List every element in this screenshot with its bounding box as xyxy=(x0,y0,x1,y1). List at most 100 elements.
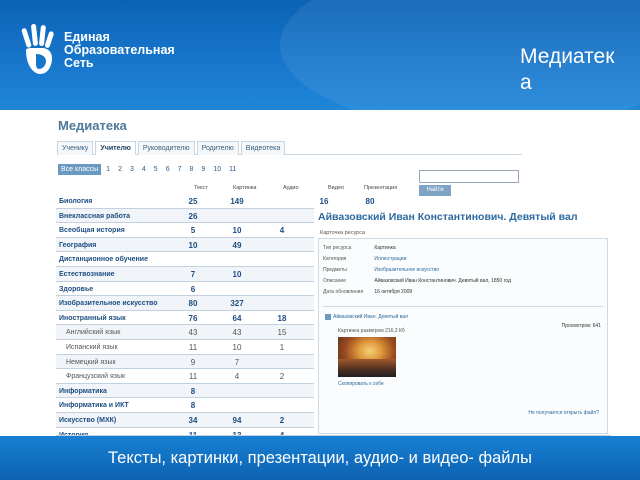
column-header-audio: Аудио xyxy=(283,185,299,191)
search-input[interactable] xyxy=(419,170,519,183)
subject-link[interactable]: Французский язык xyxy=(66,373,125,380)
table-row: Внеклассная работа 26 xyxy=(56,208,314,224)
count-cell[interactable]: 7 xyxy=(227,358,247,367)
count-cell[interactable]: 26 xyxy=(183,212,203,221)
count-cell[interactable]: 149 xyxy=(227,197,247,206)
table-row: Дистанционное обучение xyxy=(56,252,314,267)
class-link[interactable]: 3 xyxy=(130,166,134,173)
count-cell[interactable]: 11 xyxy=(183,372,203,381)
count-cell[interactable]: 9 xyxy=(183,358,203,367)
count-cell[interactable]: 4 xyxy=(227,372,247,381)
count-cell[interactable]: 49 xyxy=(227,241,247,250)
count-cell[interactable]: 327 xyxy=(227,299,247,308)
count-cell[interactable]: 2 xyxy=(272,372,292,381)
open-file-help-link[interactable]: Не получается открыть файл? xyxy=(528,410,599,416)
class-link[interactable]: 11 xyxy=(229,166,236,173)
hand-logo-icon xyxy=(21,23,54,74)
meta-row: Предметы Изобразительное искусство xyxy=(323,267,440,273)
table-row: Здоровье 6 xyxy=(56,282,314,297)
tab-teacher[interactable]: Учителю xyxy=(95,141,136,155)
count-cell[interactable]: 6 xyxy=(183,285,203,294)
subject-link[interactable]: Испанский язык xyxy=(66,344,118,351)
class-link[interactable]: 9 xyxy=(201,166,205,173)
subject-link[interactable]: Естествознание xyxy=(59,271,115,278)
view-count: Просмотров: 641 xyxy=(561,323,601,329)
count-cell[interactable]: 11 xyxy=(183,343,203,352)
count-cell[interactable]: 10 xyxy=(227,226,247,235)
subject-link[interactable]: Внеклассная работа xyxy=(59,213,130,220)
find-button[interactable]: Найти xyxy=(419,185,451,196)
subject-link[interactable]: Здоровье xyxy=(59,286,93,293)
count-cell[interactable]: 43 xyxy=(227,328,247,337)
column-header-picture: Картинка xyxy=(233,185,257,191)
file-link[interactable]: Айвазовский Иван. Девятый вал xyxy=(333,314,408,320)
count-cell[interactable]: 15 xyxy=(272,328,292,337)
subject-link[interactable]: Дистанционное обучение xyxy=(59,256,148,263)
subject-link[interactable]: Иностранный язык xyxy=(59,315,126,322)
count-cell[interactable]: 4 xyxy=(272,226,292,235)
tab-parent[interactable]: Родителю xyxy=(196,141,239,155)
logo: Единая Образовательная Сеть xyxy=(18,22,175,78)
class-link[interactable]: 10 xyxy=(213,166,221,173)
count-cell[interactable]: 25 xyxy=(183,197,203,206)
painting-thumbnail[interactable] xyxy=(338,337,396,377)
subject-link[interactable]: География xyxy=(59,242,96,249)
subject-link[interactable]: Немецкий язык xyxy=(66,359,116,366)
count-cell[interactable]: 34 xyxy=(183,416,203,425)
resource-card: Тип ресурса Картинка Категория Иллюстрац… xyxy=(318,238,608,434)
slide-title: Медиатека xyxy=(520,45,615,94)
logo-line-1: Единая xyxy=(64,29,110,44)
tab-director[interactable]: Руководителю xyxy=(137,141,195,155)
copy-link[interactable]: Скопировать к себе xyxy=(338,381,384,387)
table-row: Информатика 8 xyxy=(56,383,314,399)
table-row: Немецкий язык 9 7 xyxy=(56,354,314,370)
class-link[interactable]: 1 xyxy=(106,166,110,173)
count-cell[interactable]: 64 xyxy=(227,314,247,323)
count-cell[interactable]: 7 xyxy=(183,270,203,279)
column-header-video: Видео xyxy=(328,185,345,191)
count-cell[interactable]: 80 xyxy=(183,299,203,308)
subject-link[interactable]: Английский язык xyxy=(66,329,120,336)
count-cell[interactable]: 10 xyxy=(227,270,247,279)
count-cell[interactable]: 94 xyxy=(227,416,247,425)
count-cell[interactable]: 43 xyxy=(183,328,203,337)
count-cell[interactable]: 5 xyxy=(183,226,203,235)
logo-line-2: Образовательная xyxy=(64,42,175,57)
slide-header: Единая Образовательная Сеть Медиатека xyxy=(0,0,640,110)
table-row: Изобразительное искусство 80 327 xyxy=(56,296,314,311)
column-header-text: Текст xyxy=(194,185,208,191)
count-cell[interactable]: 10 xyxy=(183,241,203,250)
count-cell[interactable]: 76 xyxy=(183,314,203,323)
count-cell[interactable]: 8 xyxy=(183,387,203,396)
page-screenshot: Медиатека Ученику Учителю Руководителю Р… xyxy=(52,110,612,443)
class-link[interactable]: 2 xyxy=(118,166,122,173)
tab-student[interactable]: Ученику xyxy=(57,141,94,155)
count-cell[interactable]: 2 xyxy=(272,416,292,425)
table-row: География 10 49 xyxy=(56,237,314,253)
table-row: Информатика и ИКТ 8 xyxy=(56,398,314,413)
subject-link[interactable]: Информатика и ИКТ xyxy=(59,402,129,409)
tab-video-library[interactable]: Видеотека xyxy=(240,141,286,155)
subject-link[interactable]: Информатика xyxy=(59,388,107,395)
subject-link[interactable]: Изобразительное искусство xyxy=(59,300,158,307)
class-link[interactable]: 5 xyxy=(154,166,158,173)
meta-row: Дата обновления 16 октября 2009 xyxy=(323,289,413,295)
meta-row: Тип ресурса Картинка xyxy=(323,245,396,251)
subject-link[interactable]: Искусство (МХК) xyxy=(59,417,116,424)
class-link[interactable]: 8 xyxy=(190,166,194,173)
file-size: Картинка размером 216,3 Кб xyxy=(338,328,405,334)
class-link[interactable]: 6 xyxy=(166,166,170,173)
all-classes-button[interactable]: Все классы xyxy=(58,164,102,175)
subject-link[interactable]: Биология xyxy=(59,198,92,205)
count-cell[interactable]: 10 xyxy=(227,343,247,352)
count-cell[interactable]: 18 xyxy=(272,314,292,323)
subject-link[interactable]: Всеобщая история xyxy=(59,227,125,234)
class-link[interactable]: 7 xyxy=(178,166,182,173)
table-row: Иностранный язык 76 64 18 xyxy=(56,311,314,326)
count-cell[interactable]: 8 xyxy=(183,401,203,410)
class-link[interactable]: 4 xyxy=(142,166,146,173)
meta-row: Категория Иллюстрации xyxy=(323,256,407,262)
count-cell[interactable]: 1 xyxy=(272,343,292,352)
count-cell[interactable]: 80 xyxy=(360,197,380,206)
count-cell[interactable]: 16 xyxy=(314,197,334,206)
